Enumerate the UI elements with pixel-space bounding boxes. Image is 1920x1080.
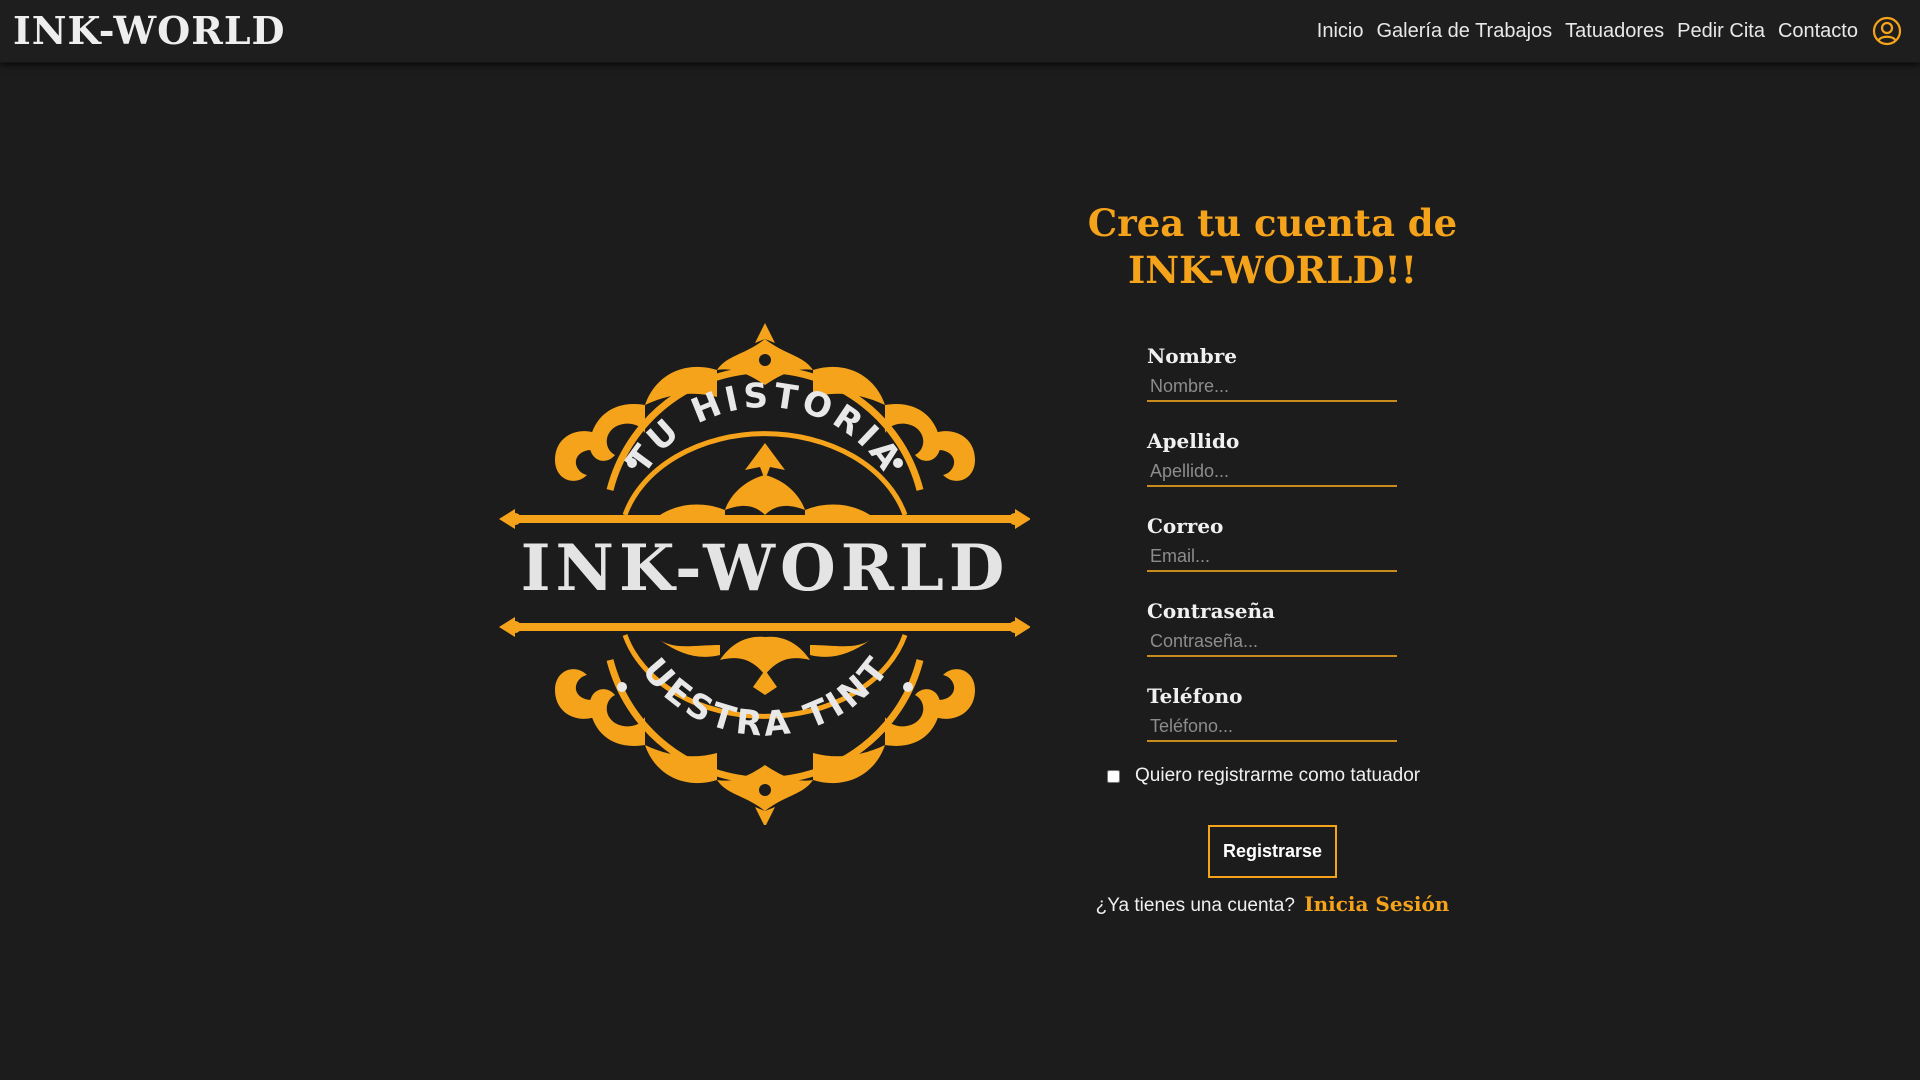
telefono-input[interactable] [1147, 714, 1397, 742]
apellido-input[interactable] [1147, 459, 1397, 487]
apellido-label: Apellido [1147, 429, 1240, 453]
emblem-graphic: TU HISTORIA INK-WORLD UESTRA TINT [479, 284, 1031, 827]
field-contrasena: Contraseña [1147, 599, 1397, 657]
field-correo: Correo [1147, 514, 1397, 572]
nav-link-contacto[interactable]: Contacto [1778, 20, 1858, 43]
nav-links: Inicio Galería de Trabajos Tatuadores Pe… [1304, 0, 1902, 62]
register-form-panel: Crea tu cuenta de INK-WORLD!! Nombre Ape… [1080, 200, 1465, 917]
form-title-line1: Crea tu cuenta de [1087, 201, 1458, 245]
login-prompt-text: ¿Ya tienes una cuenta? [1095, 895, 1295, 916]
login-prompt-row: ¿Ya tienes una cuenta? Inicia Sesión [1080, 892, 1465, 917]
contrasena-label: Contraseña [1147, 599, 1276, 623]
submit-wrap: Registrarse [1080, 825, 1465, 878]
form-title: Crea tu cuenta de INK-WORLD!! [1080, 200, 1465, 294]
telefono-label: Teléfono [1147, 684, 1243, 708]
correo-label: Correo [1147, 514, 1224, 538]
email-input[interactable] [1147, 544, 1397, 572]
register-form: Nombre Apellido Correo Contraseña Teléfo… [1147, 344, 1397, 742]
emblem-main-text: INK-WORLD [521, 531, 1010, 606]
registrarse-button[interactable]: Registrarse [1207, 825, 1338, 878]
tatuador-checkbox-label[interactable]: Quiero registrarme como tatuador [1135, 765, 1420, 787]
nav-link-inicio[interactable]: Inicio [1317, 20, 1364, 43]
form-title-line2: INK-WORLD!! [1127, 248, 1418, 292]
field-nombre: Nombre [1147, 344, 1397, 402]
top-navbar: INK-WORLD Inicio Galería de Trabajos Tat… [0, 0, 1920, 63]
nav-link-tatuadores[interactable]: Tatuadores [1565, 20, 1664, 43]
tatuador-checkbox[interactable] [1107, 769, 1120, 783]
field-telefono: Teléfono [1147, 684, 1397, 742]
brand-logo-text[interactable]: INK-WORLD [13, 8, 286, 53]
password-input[interactable] [1147, 629, 1397, 657]
nombre-label: Nombre [1147, 344, 1238, 368]
tatuador-checkbox-row: Quiero registrarme como tatuador [1107, 765, 1465, 787]
inicia-sesion-link[interactable]: Inicia Sesión [1304, 892, 1449, 916]
field-apellido: Apellido [1147, 429, 1397, 487]
ink-world-emblem: TU HISTORIA INK-WORLD UESTRA TINT [479, 284, 1031, 827]
nav-link-galeria[interactable]: Galería de Trabajos [1377, 20, 1553, 43]
user-circle-icon[interactable] [1872, 16, 1902, 46]
nav-link-pedir-cita[interactable]: Pedir Cita [1677, 20, 1765, 43]
nombre-input[interactable] [1147, 374, 1397, 402]
